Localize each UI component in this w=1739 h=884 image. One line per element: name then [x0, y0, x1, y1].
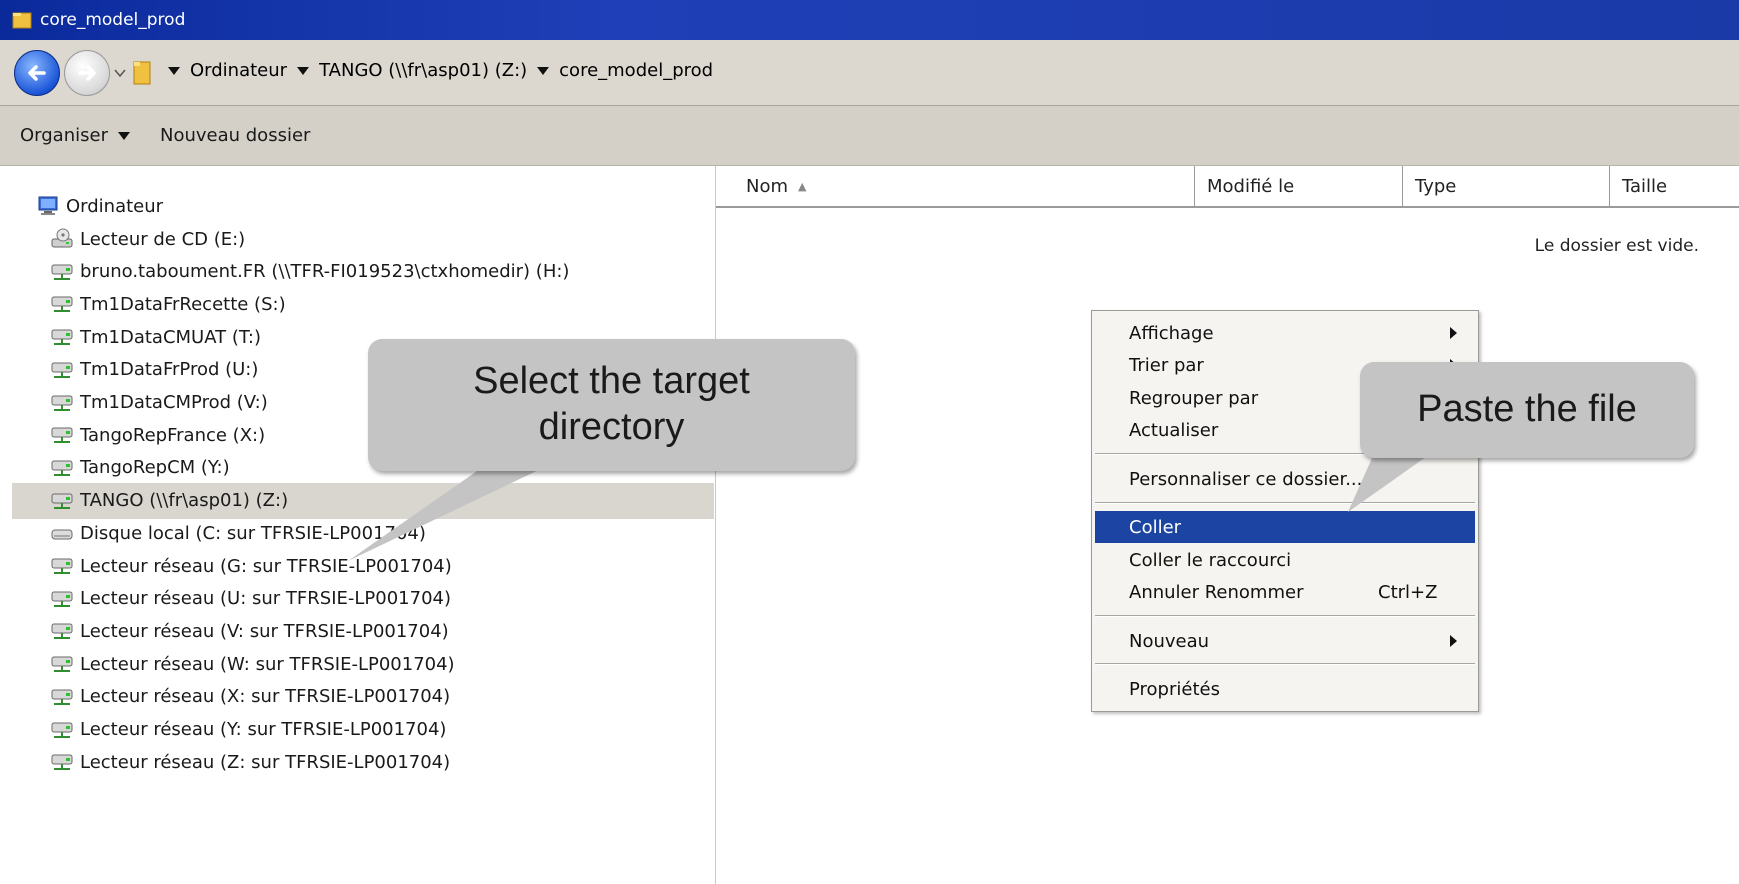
network-drive-icon — [51, 427, 73, 444]
chevron-down-icon[interactable] — [168, 66, 180, 75]
menu-item-new[interactable]: Nouveau — [1095, 625, 1475, 657]
tree-item[interactable]: Lecteur réseau (U: sur TFRSIE-LP001704) — [50, 581, 714, 617]
network-drive-icon — [51, 558, 73, 574]
network-drive-icon — [51, 656, 73, 673]
network-drive-icon — [51, 493, 73, 509]
network-drive-icon — [51, 591, 73, 607]
network-drive-icon — [51, 722, 73, 738]
menu-separator — [1095, 615, 1475, 617]
arrow-right-icon — [78, 65, 96, 81]
network-drive-icon — [51, 264, 73, 280]
network-drive-icon — [51, 296, 73, 313]
arrow-left-icon — [28, 65, 46, 81]
menu-item-paste[interactable]: Coller — [1095, 511, 1475, 543]
back-button[interactable] — [14, 50, 60, 96]
tree-item[interactable]: bruno.taboument.FR (\\TFR-FI019523\ctxho… — [50, 254, 714, 290]
menu-item-properties[interactable]: Propriétés — [1095, 673, 1475, 705]
history-dropdown-icon[interactable] — [114, 68, 126, 78]
column-header-modified[interactable]: Modifié le — [1195, 166, 1403, 208]
breadcrumb-item[interactable]: core_model_prod — [537, 60, 713, 81]
address-bar: Ordinateur TANGO (\\fr\asp01) (Z:) core_… — [0, 40, 1739, 106]
tree-item[interactable]: Lecteur réseau (V: sur TFRSIE-LP001704) — [50, 613, 714, 649]
network-drive-icon — [51, 395, 73, 411]
chevron-down-icon[interactable] — [297, 66, 310, 75]
forward-button[interactable] — [64, 50, 110, 96]
network-drive-icon — [51, 623, 73, 640]
folder-icon — [133, 61, 151, 85]
command-bar: Organiser Nouveau dossier — [0, 106, 1739, 166]
network-drive-icon — [51, 329, 73, 346]
menu-separator — [1095, 663, 1475, 665]
tree-item[interactable]: Lecteur réseau (Y: sur TFRSIE-LP001704) — [50, 712, 714, 748]
organise-button[interactable]: Organiser — [20, 125, 130, 146]
local-disk-icon — [51, 529, 73, 540]
tree-item[interactable]: Lecteur réseau (Z: sur TFRSIE-LP001704) — [50, 744, 714, 780]
network-drive-icon — [51, 689, 73, 705]
submenu-arrow-icon — [1450, 635, 1457, 647]
menu-item-view[interactable]: Affichage — [1095, 317, 1475, 349]
chevron-down-icon — [117, 131, 130, 140]
callout-pointer — [348, 455, 570, 561]
menu-item-undo-rename[interactable]: Annuler Renommer Ctrl+Z — [1095, 576, 1475, 608]
network-drive-icon — [51, 362, 73, 378]
tree-item[interactable]: Lecteur réseau (W: sur TFRSIE-LP001704) — [50, 646, 714, 682]
network-drive-icon — [51, 460, 73, 476]
column-header-name[interactable]: Nom ▲ — [716, 166, 1195, 208]
sort-ascending-icon: ▲ — [798, 179, 807, 193]
callout-select-target: Select the target directory — [368, 339, 855, 471]
column-header-type[interactable]: Type — [1403, 166, 1610, 208]
breadcrumb-item[interactable]: TANGO (\\fr\asp01) (Z:) — [297, 60, 527, 81]
cd-drive-icon — [51, 228, 73, 248]
shortcut-label: Ctrl+Z — [1378, 581, 1438, 603]
folder-icon — [12, 12, 32, 29]
tree-item[interactable]: Lecteur réseau (X: sur TFRSIE-LP001704) — [50, 679, 714, 715]
menu-item-paste-shortcut[interactable]: Coller le raccourci — [1095, 544, 1475, 576]
window-title: core_model_prod — [40, 10, 186, 30]
empty-folder-message: Le dossier est vide. — [1534, 236, 1699, 256]
network-drive-icon — [51, 754, 73, 771]
breadcrumb: Ordinateur TANGO (\\fr\asp01) (Z:) core_… — [168, 60, 723, 81]
tree-item[interactable]: Tm1DataFrRecette (S:) — [50, 286, 714, 322]
column-header-size[interactable]: Taille — [1610, 166, 1739, 208]
submenu-arrow-icon — [1450, 327, 1457, 339]
callout-paste-file: Paste the file — [1360, 362, 1694, 458]
computer-icon — [38, 196, 58, 215]
breadcrumb-item[interactable]: Ordinateur — [168, 60, 287, 81]
tree-item-computer[interactable]: Ordinateur — [36, 188, 738, 224]
new-folder-button[interactable]: Nouveau dossier — [160, 125, 310, 146]
title-bar: core_model_prod — [0, 0, 1739, 40]
tree-item[interactable]: Lecteur de CD (E:) — [50, 221, 714, 257]
chevron-down-icon[interactable] — [537, 66, 550, 75]
